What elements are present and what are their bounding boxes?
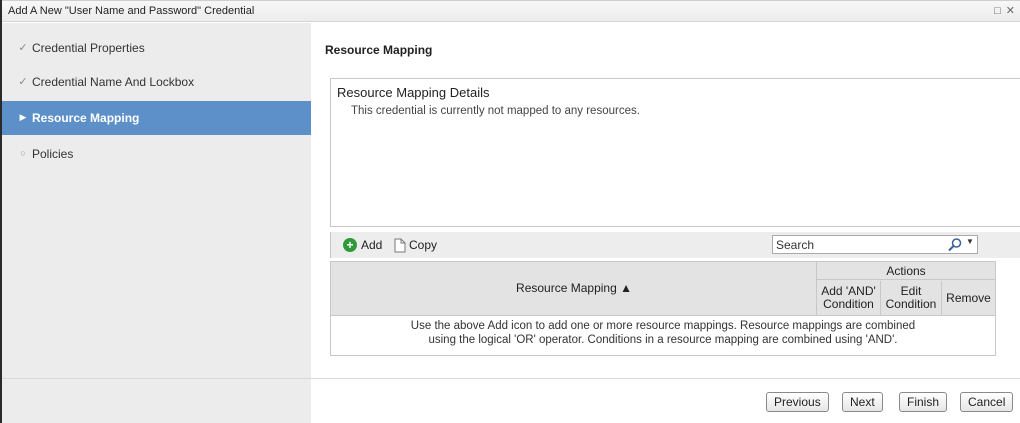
step-policies[interactable]: ○ Policies (2, 137, 311, 171)
header-line: Condition (885, 297, 937, 311)
search-icon[interactable] (947, 237, 963, 252)
finish-button[interactable]: Finish (899, 392, 948, 412)
resource-mapping-details: Resource Mapping Details This credential… (330, 78, 1020, 227)
next-button[interactable]: Next (842, 392, 883, 412)
empty-message-line: Use the above Add icon to add one or mor… (410, 320, 916, 332)
column-header-resource-mapping[interactable]: Resource Mapping ▲ (331, 262, 817, 316)
table-header: Resource Mapping ▲ Actions Add 'AND' Con… (331, 262, 995, 316)
title-bar: Add A New "User Name and Password" Crede… (2, 0, 1020, 22)
copy-label: Copy (409, 238, 438, 252)
circle-icon: ○ (20, 148, 26, 158)
actions-header: Actions (817, 262, 995, 280)
maximize-icon[interactable]: □ (994, 5, 1002, 17)
add-button[interactable]: + Add (343, 236, 382, 254)
triangle-right-icon: ▶ (19, 112, 27, 122)
close-icon[interactable]: ✕ (1006, 4, 1016, 17)
step-label: Policies (32, 147, 74, 161)
empty-message-line: using the logical 'OR' operator. Conditi… (428, 334, 898, 346)
column-header-add-and-condition: Add 'AND' Condition (817, 281, 881, 316)
dialog-footer: Previous Next Finish Cancel (2, 379, 1020, 423)
step-label: Resource Mapping (32, 111, 140, 125)
dialog-title: Add A New "User Name and Password" Crede… (8, 5, 255, 17)
checkmark-icon: ✓ (18, 76, 28, 88)
step-resource-mapping[interactable]: ▶ Resource Mapping (2, 101, 311, 135)
search-input[interactable] (773, 236, 933, 253)
copy-icon (394, 238, 406, 252)
step-label: Credential Properties (32, 41, 145, 55)
add-circle-icon: + (343, 238, 357, 252)
add-label: Add (361, 238, 383, 252)
wizard-steps-sidebar: ✓ Credential Properties ✓ Credential Nam… (2, 23, 311, 378)
header-line: Condition (823, 297, 874, 311)
details-title: Resource Mapping Details (337, 85, 490, 100)
credential-dialog: Add A New "User Name and Password" Crede… (0, 0, 1020, 423)
chevron-down-icon[interactable]: ▼ (966, 237, 974, 246)
step-credential-name-and-lockbox[interactable]: ✓ Credential Name And Lockbox (2, 65, 311, 99)
section-title: Resource Mapping (325, 43, 433, 57)
cancel-button[interactable]: Cancel (960, 392, 1014, 412)
column-header-remove: Remove (946, 291, 991, 305)
previous-button[interactable]: Previous (766, 392, 829, 412)
footer-sidebar-strip (2, 379, 311, 423)
empty-table-message: Use the above Add icon to add one or mor… (331, 319, 995, 347)
main-panel: Resource Mapping Resource Mapping Detail… (311, 23, 1020, 378)
column-header-label: Resource Mapping ▲ (516, 281, 632, 295)
window-controls: □ ✕ (994, 4, 1016, 17)
details-message: This credential is currently not mapped … (351, 105, 640, 117)
step-credential-properties[interactable]: ✓ Credential Properties (2, 31, 311, 65)
resource-mapping-table: Resource Mapping ▲ Actions Add 'AND' Con… (330, 261, 996, 356)
step-label: Credential Name And Lockbox (32, 75, 195, 89)
mapping-toolbar: + Add Copy ▼ (330, 232, 1020, 258)
search-box: ▼ (772, 235, 978, 254)
column-header-edit-condition: Edit Condition (881, 281, 942, 316)
copy-button[interactable]: Copy (394, 236, 437, 254)
checkmark-icon: ✓ (18, 42, 28, 54)
